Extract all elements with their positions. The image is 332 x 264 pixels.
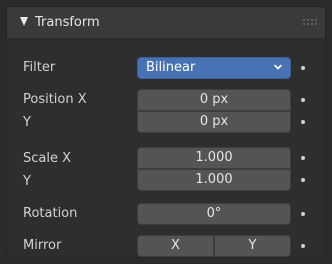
position-y-label: Y <box>23 115 31 130</box>
scale-y-field[interactable]: 1.000 <box>137 169 291 191</box>
triangle-down-icon[interactable] <box>20 17 28 26</box>
position-x-label: Position X <box>23 92 87 107</box>
keyframe-dot-position-y[interactable] <box>301 120 305 124</box>
chevron-down-icon <box>274 64 282 70</box>
filter-value: Bilinear <box>146 60 196 75</box>
mirror-y-button[interactable]: Y <box>214 235 291 257</box>
panel-header[interactable]: Transform <box>7 7 325 39</box>
keyframe-dot-scale-y[interactable] <box>301 178 305 182</box>
rotation-field[interactable]: 0° <box>137 203 291 225</box>
keyframe-dot-position-x[interactable] <box>301 98 305 102</box>
panel-title: Transform <box>35 15 100 30</box>
drag-grip-icon[interactable] <box>303 19 317 27</box>
scale-y-label: Y <box>23 174 31 189</box>
position-x-field[interactable]: 0 px <box>137 89 291 111</box>
keyframe-dot-mirror[interactable] <box>301 244 305 248</box>
scale-x-label: Scale X <box>23 151 72 166</box>
rotation-label: Rotation <box>23 206 78 221</box>
scale-x-field[interactable]: 1.000 <box>137 147 291 169</box>
filter-label: Filter <box>23 60 56 75</box>
mirror-x-button[interactable]: X <box>137 235 214 257</box>
keyframe-dot-filter[interactable] <box>301 66 305 70</box>
position-y-field[interactable]: 0 px <box>137 111 291 133</box>
transform-panel: Transform Filter Bilinear Position X 0 p… <box>6 6 326 258</box>
keyframe-dot-scale-x[interactable] <box>301 156 305 160</box>
mirror-label: Mirror <box>23 238 62 253</box>
keyframe-dot-rotation[interactable] <box>301 212 305 216</box>
filter-dropdown[interactable]: Bilinear <box>137 57 291 79</box>
